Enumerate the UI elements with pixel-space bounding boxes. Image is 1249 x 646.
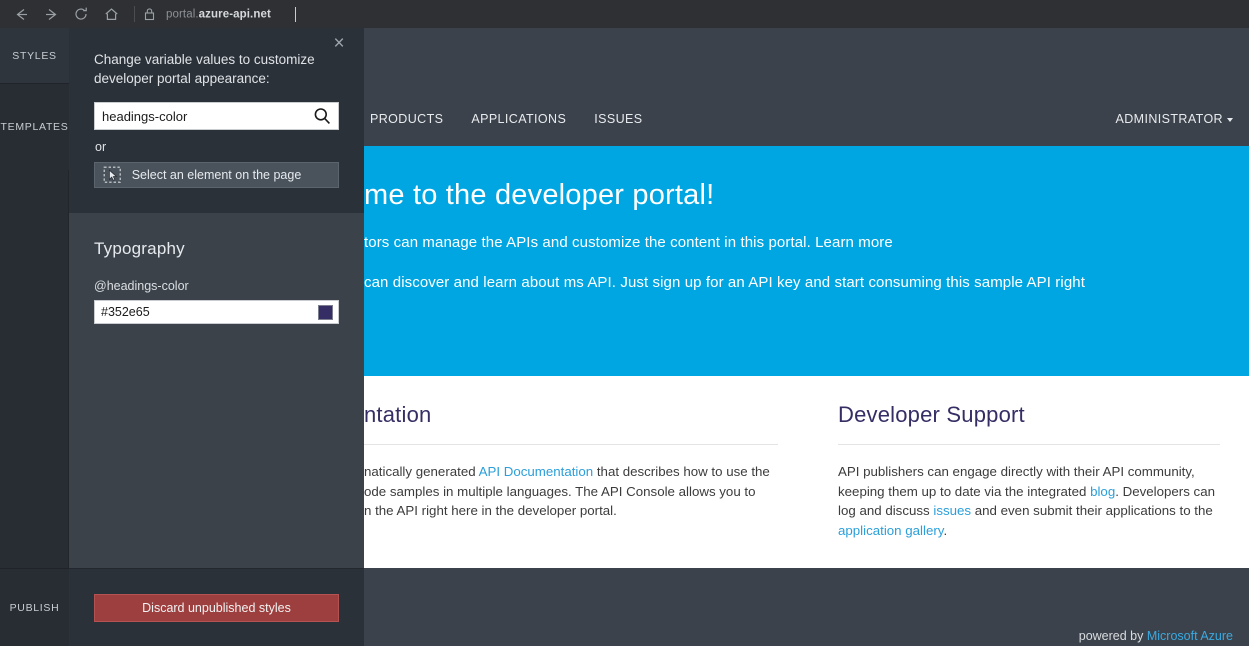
- address-bar[interactable]: portal.azure-api.net: [166, 7, 296, 22]
- nav-link-products[interactable]: PRODUCTS: [370, 112, 443, 126]
- forward-button[interactable]: [38, 1, 64, 27]
- card-title: ntation: [364, 402, 778, 444]
- color-input-group: [94, 300, 339, 324]
- card-text-4: n the API right here in the developer po…: [364, 503, 617, 518]
- hero-paragraph-1: tors can manage the APIs and customize t…: [364, 232, 1249, 254]
- discard-unpublished-styles-button[interactable]: Discard unpublished styles: [94, 594, 339, 622]
- chevron-down-icon: [1227, 118, 1233, 122]
- link-api-documentation[interactable]: API Documentation: [479, 464, 594, 479]
- or-label: or: [95, 140, 340, 154]
- panel-footer: Discard unpublished styles: [69, 568, 364, 646]
- color-value-input[interactable]: [95, 301, 295, 323]
- text-cursor: [295, 7, 296, 22]
- user-menu-label: ADMINISTRATOR: [1115, 112, 1223, 126]
- select-element-label: Select an element on the page: [132, 168, 302, 182]
- card-body: API publishers can engage directly with …: [838, 462, 1220, 540]
- arrow-right-icon: [43, 6, 60, 23]
- styles-panel-top: × Change variable values to customize de…: [69, 28, 364, 213]
- url-prefix: portal.: [166, 8, 199, 20]
- rail-spacer: [0, 170, 68, 568]
- rail-tab-templates[interactable]: TEMPLATES: [0, 84, 69, 170]
- back-button[interactable]: [8, 1, 34, 27]
- home-icon: [103, 6, 120, 23]
- color-swatch[interactable]: [318, 305, 333, 320]
- card-title: Developer Support: [838, 402, 1220, 444]
- close-icon[interactable]: ×: [328, 34, 350, 56]
- portal-hero: me to the developer portal! tors can man…: [364, 146, 1249, 376]
- url-domain: azure-api.net: [199, 8, 271, 20]
- card-divider: [838, 444, 1220, 445]
- footer-powered-label: powered by: [1079, 629, 1147, 643]
- nav-link-applications[interactable]: APPLICATIONS: [471, 112, 566, 126]
- rail-tab-publish[interactable]: PUBLISH: [0, 568, 69, 646]
- card-developer-support: Developer Support API publishers can eng…: [806, 402, 1248, 568]
- browser-toolbar: portal.azure-api.net: [0, 0, 1249, 28]
- styles-panel: × Change variable values to customize de…: [69, 28, 364, 646]
- link-issues[interactable]: issues: [933, 503, 971, 518]
- variable-search: [94, 102, 339, 130]
- editor-rail: STYLES TEMPLATES PUBLISH: [0, 28, 69, 646]
- portal-footer: powered by Microsoft Azure: [364, 568, 1249, 646]
- home-button[interactable]: [98, 1, 124, 27]
- reload-icon: [73, 6, 89, 22]
- select-element-cursor-icon: [103, 166, 123, 185]
- link-blog[interactable]: blog: [1090, 484, 1115, 499]
- card-documentation: ntation natically generated API Document…: [364, 402, 806, 568]
- arrow-left-icon: [13, 6, 30, 23]
- link-application-gallery[interactable]: application gallery: [838, 523, 943, 538]
- developer-portal-preview: PRODUCTS APPLICATIONS ISSUES ADMINISTRAT…: [364, 28, 1249, 646]
- portal-header: PRODUCTS APPLICATIONS ISSUES ADMINISTRAT…: [364, 28, 1249, 146]
- select-element-button[interactable]: Select an element on the page: [94, 162, 339, 188]
- user-menu[interactable]: ADMINISTRATOR: [1115, 112, 1233, 126]
- card-text-2: that describes how to use the: [593, 464, 770, 479]
- rail-tab-styles[interactable]: STYLES: [0, 28, 69, 84]
- hero-title: me to the developer portal!: [364, 179, 1249, 212]
- workspace: PRODUCTS APPLICATIONS ISSUES ADMINISTRAT…: [0, 28, 1249, 646]
- hero-paragraph-2: can discover and learn about ms API. Jus…: [364, 272, 1249, 294]
- portal-nav: PRODUCTS APPLICATIONS ISSUES ADMINISTRAT…: [364, 112, 1249, 126]
- panel-instructions: Change variable values to customize deve…: [94, 50, 349, 88]
- toolbar-divider: [134, 6, 135, 22]
- footer-powered-by: powered by Microsoft Azure: [1079, 629, 1233, 643]
- card-text-1: natically generated: [364, 464, 479, 479]
- search-icon[interactable]: [312, 106, 332, 126]
- variable-label-headings-color: @headings-color: [94, 279, 340, 293]
- card-text-3: and even submit their applications to th…: [971, 503, 1213, 518]
- portal-cards: ntation natically generated API Document…: [364, 376, 1249, 568]
- card-text-3: ode samples in multiple languages. The A…: [364, 484, 756, 499]
- typography-section: Typography @headings-color: [69, 213, 364, 568]
- card-text-4: .: [943, 523, 947, 538]
- nav-link-issues[interactable]: ISSUES: [594, 112, 642, 126]
- section-title-typography: Typography: [94, 239, 340, 259]
- search-input[interactable]: [95, 103, 310, 129]
- lock-icon: [143, 7, 156, 21]
- app-root: portal.azure-api.net PRODUCTS APPLICATIO…: [0, 0, 1249, 646]
- card-divider: [364, 444, 778, 445]
- reload-button[interactable]: [68, 1, 94, 27]
- card-body: natically generated API Documentation th…: [364, 462, 778, 521]
- link-microsoft-azure[interactable]: Microsoft Azure: [1147, 629, 1233, 643]
